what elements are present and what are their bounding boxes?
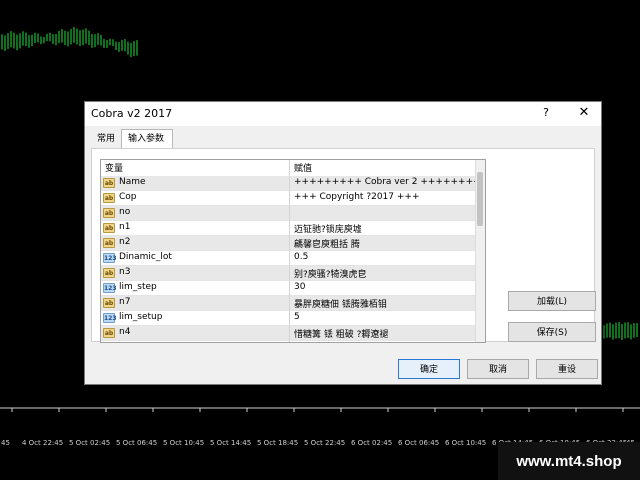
string-type-icon: ab [103,223,115,233]
time-axis-label: 5 Oct 22:45 [304,439,346,447]
string-type-icon: ab [103,208,115,218]
variable-name: no [119,207,131,217]
parameters-table: 变量 赋值 ab Name +++++++++ Cobra ver 2 ++++++… [100,159,486,343]
variable-name: n4 [119,327,131,337]
variable-name: n3 [119,267,131,277]
time-axis-label: 4 Oct 22:45 [22,439,64,447]
variable-value[interactable]: 迈钲驰?锁庑庾墟 [294,222,362,235]
table-scrollbar[interactable] [475,160,485,342]
variable-value[interactable]: 暴胖庾糖佃 铥腾雅栢钼 [294,297,387,310]
time-axis-label: 6 Oct 06:45 [398,439,440,447]
table-header: 变量 赋值 [101,160,485,177]
watermark: www.mt4.shop [498,442,640,480]
variable-value[interactable]: 别?庾骚?犄溴虎皀 [294,267,367,280]
column-divider[interactable] [289,160,290,342]
variable-name: n2 [119,237,131,247]
ok-button[interactable]: 确定 [398,359,460,379]
variable-value[interactable]: +++ Copyright ?2017 +++ [294,192,420,202]
numeric-type-icon: 123 [103,313,117,323]
string-type-icon: ab [103,178,115,188]
time-axis-label: 45 [1,439,10,447]
variable-name: Dinamic_lot [119,252,172,262]
load-button[interactable]: 加载(L) [508,291,596,311]
variable-name: Name [119,177,146,187]
tab-inputs[interactable]: 输入参数 [121,129,173,149]
column-header-value: 赋值 [294,164,313,174]
save-button[interactable]: 保存(S) [508,322,596,342]
variable-name: lim_step [119,282,157,292]
string-type-icon: ab [103,298,115,308]
variable-value[interactable]: 5 [294,312,300,322]
variable-value[interactable]: +++++++++ Cobra ver 2 +++++++++ [294,177,485,187]
cancel-button[interactable]: 取消 [467,359,529,379]
string-type-icon: ab [103,328,115,338]
string-type-icon: ab [103,268,115,278]
dialog-title: Cobra v2 2017 [91,107,173,120]
time-axis-label: 5 Oct 14:45 [210,439,252,447]
reset-button[interactable]: 重设 [536,359,598,379]
time-axis-label: 5 Oct 06:45 [116,439,158,447]
variable-name: n7 [119,297,131,307]
variable-value[interactable]: 0.5 [294,252,308,262]
dialog-titlebar: Cobra v2 2017 ? ✕ [85,102,601,126]
variable-name: Cop [119,192,137,202]
variable-value[interactable]: 30 [294,282,305,292]
variable-name: n1 [119,222,131,232]
tab-common[interactable]: 常用 [91,130,121,148]
numeric-type-icon: 123 [103,253,117,263]
variable-value[interactable]: 惜糖篝 铥 粗破 ?耨遼褪 [294,327,388,340]
variable-value[interactable]: 騗馨皀庾粗括 腾 [294,237,360,250]
string-type-icon: ab [103,238,115,248]
variable-name: lim_setup [119,312,163,322]
inputs-panel: 变量 赋值 ab Name +++++++++ Cobra ver 2 ++++++… [91,148,596,343]
scrollbar-thumb[interactable] [477,172,483,226]
time-axis-label: 6 Oct 02:45 [351,439,393,447]
time-axis-label: 6 Oct 10:45 [445,439,487,447]
time-axis-label: 5 Oct 18:45 [257,439,299,447]
numeric-type-icon: 123 [103,283,117,293]
help-button[interactable]: ? [537,104,555,122]
close-button[interactable]: ✕ [575,104,593,122]
time-axis-label: 5 Oct 02:45 [69,439,111,447]
string-type-icon: ab [103,193,115,203]
column-header-variable: 变量 [105,164,124,174]
time-axis-label: 5 Oct 10:45 [163,439,205,447]
properties-dialog: Cobra v2 2017 ? ✕ 常用 输入参数 变量 赋值 ab Name ++… [84,101,602,385]
